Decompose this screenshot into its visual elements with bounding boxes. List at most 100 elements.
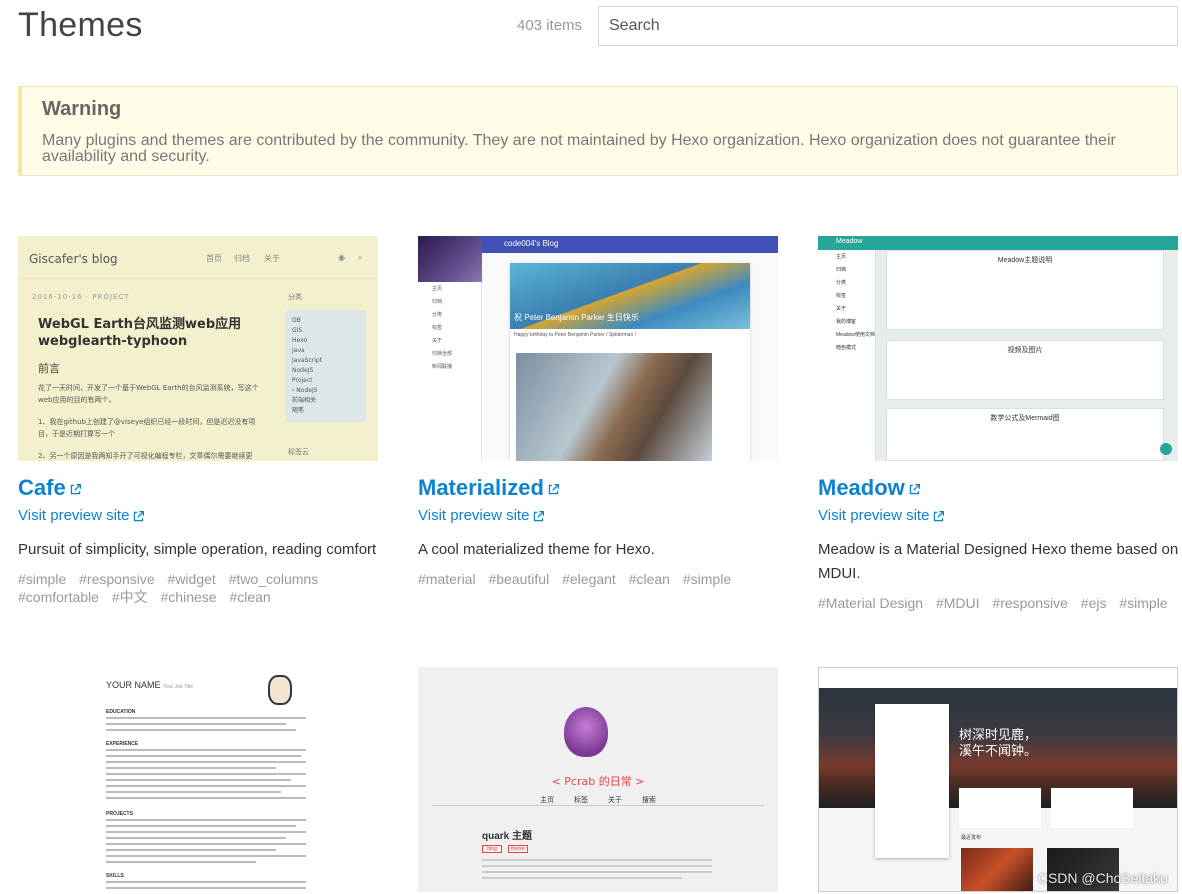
thumb-category-list: DB GIS Hexo Java JavaScript NodeJS Proje… <box>286 310 366 422</box>
thumb-site-title: < Pcrab 的日常 > <box>551 775 645 788</box>
tag[interactable]: #elegant <box>562 571 616 587</box>
theme-thumbnail[interactable]: Giscafer's blog 首页 归档 关于 ◉ ⌕ 2016-10-16 … <box>18 236 378 461</box>
category-item: 随笔 <box>292 407 305 414</box>
external-link-icon <box>909 483 920 494</box>
theme-name-link[interactable]: Meadow <box>818 475 921 501</box>
item-count: 403 items <box>517 17 583 34</box>
thumb-menu-item: 归档 <box>836 267 847 273</box>
thumb-post-title: WebGL Earth台风监测web应用 webglearth-typhoon <box>38 317 242 349</box>
thumb-sidebar-header <box>418 236 482 282</box>
thumb-tag: blog <box>482 845 502 853</box>
tag[interactable]: #two_columns <box>229 571 319 587</box>
theme-name: Meadow <box>818 475 905 500</box>
text-line <box>482 877 682 879</box>
crab-mascot-icon <box>564 707 608 757</box>
external-link-icon <box>548 483 559 494</box>
thumb-banner: 祝 Peter Benjamin Parker 生日快乐 <box>510 263 750 329</box>
theme-thumbnail[interactable]: YOUR NAME Your Job Title EDUCATION EXPER… <box>18 667 378 892</box>
warning-box: Warning Many plugins and themes are cont… <box>18 86 1178 176</box>
tag[interactable]: #ejs <box>1081 595 1107 611</box>
thumb-photo <box>516 353 712 461</box>
theme-thumbnail[interactable]: 树深时见鹿， 溪午不闻钟。 最近发布 <box>818 667 1178 892</box>
thumb-sidebar: 主页 归档 分类 标签 关于 归档全部 新闻联播 <box>418 236 482 461</box>
text-line <box>106 797 306 799</box>
theme-thumbnail[interactable]: code004's Blog 主页 归档 分类 标签 关于 归档全部 新闻联播 … <box>418 236 778 461</box>
theme-thumbnail[interactable]: < Pcrab 的日常 > 主页 标签 关于 搜索 quark 主题 blog … <box>418 667 778 892</box>
theme-name-link[interactable]: Materialized <box>418 475 560 501</box>
theme-card-meadow: Meadow 主页 归档 分类 标签 关于 我的博客 Meadow使用文档 暗色… <box>818 236 1180 612</box>
thumb-hero-text: 树深时见鹿， 溪午不闻钟。 <box>959 728 1038 759</box>
text-line <box>106 761 306 763</box>
thumb-side-title: 分类 <box>288 293 302 301</box>
thumb-section: 最近发布 <box>961 835 982 841</box>
tag[interactable]: #MDUI <box>936 595 980 611</box>
tag[interactable]: #beautiful <box>488 571 549 587</box>
thumb-post-card: Meadow主题说明 <box>886 250 1164 330</box>
thumb-image <box>961 848 1033 891</box>
category-item: DB <box>292 317 301 324</box>
thumb-topbar <box>819 668 1177 688</box>
tag[interactable]: #material <box>418 571 476 587</box>
theme-name-link[interactable]: Cafe <box>18 475 82 501</box>
thumb-menu-item: 关于 <box>432 338 443 344</box>
tag[interactable]: #clean <box>629 571 670 587</box>
thumb-post-title: quark 主题 <box>482 831 533 842</box>
category-item: Project <box>292 377 313 384</box>
theme-description: Pursuit of simplicity, simple operation,… <box>18 541 377 558</box>
theme-description: A cool materialized theme for Hexo. <box>418 541 655 558</box>
divider <box>18 278 378 279</box>
tag[interactable]: #中文 <box>112 589 148 605</box>
thumb-paragraph: 1、我在github上创建了@viseye组织已经一段时间，但是迟迟没有项目，于… <box>38 418 256 438</box>
tag[interactable]: #widget <box>168 571 216 587</box>
thumb-menu-item: 关于 <box>836 306 847 312</box>
text-line <box>106 887 306 889</box>
search-icon: ⌕ <box>358 253 363 262</box>
thumb-menu-item: 分类 <box>432 312 443 318</box>
tag[interactable]: #simple <box>683 571 731 587</box>
thumb-menu-item: 标签 <box>836 293 847 299</box>
tag[interactable]: #clean <box>229 589 270 605</box>
tag[interactable]: #responsive <box>79 571 155 587</box>
thumb-widget <box>959 788 1041 828</box>
visit-preview-label: Visit preview site <box>818 507 930 524</box>
theme-card-shoka: 树深时见鹿， 溪午不闻钟。 最近发布 <box>818 667 1180 892</box>
tag[interactable]: #chinese <box>161 589 217 605</box>
thumb-nav-item: 关于 <box>264 254 280 263</box>
tag[interactable]: #Material Design <box>818 595 923 611</box>
thumb-topbar: Meadow <box>818 236 1178 250</box>
text-line <box>106 837 286 839</box>
search-input[interactable] <box>598 6 1178 46</box>
thumb-post-title: 视频及图片 <box>1007 347 1043 354</box>
thumb-post-card: 视频及图片 <box>886 340 1164 400</box>
tag[interactable]: #responsive <box>992 595 1068 611</box>
visit-preview-link[interactable]: Visit preview site <box>18 507 380 524</box>
theme-tags: #Material Design #MDUI #responsive #ejs … <box>818 594 1180 612</box>
thumb-post-card: 祝 Peter Benjamin Parker 生日快乐 Happy birth… <box>510 263 750 461</box>
text-line <box>106 767 276 769</box>
theme-card-materialized: code004's Blog 主页 归档 分类 标签 关于 归档全部 新闻联播 … <box>418 236 780 588</box>
visit-preview-link[interactable]: Visit preview site <box>818 507 1180 524</box>
thumb-menu-item: 我的博客 <box>836 319 857 325</box>
visit-preview-label: Visit preview site <box>418 507 530 524</box>
text-line <box>482 871 712 873</box>
text-line <box>106 825 296 827</box>
scroll-top-icon <box>1160 443 1172 455</box>
theme-thumbnail[interactable]: Meadow 主页 归档 分类 标签 关于 我的博客 Meadow使用文档 暗色… <box>818 236 1178 461</box>
tag[interactable]: #simple <box>1119 595 1167 611</box>
text-line <box>106 881 306 883</box>
thumb-post-title: 祝 Peter Benjamin Parker 生日快乐 <box>514 313 639 322</box>
tag[interactable]: #simple <box>18 571 66 587</box>
divider <box>432 805 764 806</box>
thumb-menu-item: 新闻联播 <box>432 364 453 370</box>
text-line <box>106 831 306 833</box>
page-header: Themes 403 items <box>18 0 1178 60</box>
tag[interactable]: #comfortable <box>18 589 99 605</box>
text-line <box>106 861 256 863</box>
thumb-section: SKILLS <box>106 873 124 879</box>
thumb-nav-item: 首页 <box>206 254 222 263</box>
visit-preview-link[interactable]: Visit preview site <box>418 507 780 524</box>
watermark: CSDN @ChoSeitaku <box>1037 870 1168 886</box>
thumb-section: EDUCATION <box>106 709 136 715</box>
text-line <box>106 773 306 775</box>
thumb-blog-title: Meadow <box>836 238 863 245</box>
